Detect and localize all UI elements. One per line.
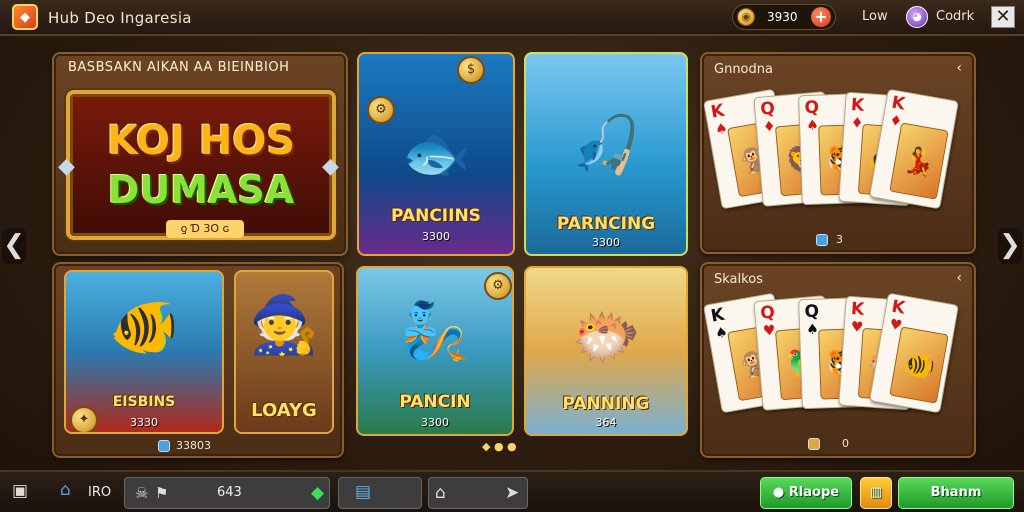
card-rank: K xyxy=(709,100,726,123)
card-rank: K xyxy=(850,299,865,320)
shop-button[interactable]: ⌂ ➤ xyxy=(428,477,528,509)
card-panel-bottom-title: Skalkos xyxy=(714,272,763,287)
bottom-left-chip-icon xyxy=(158,440,170,452)
tile-4-name: LOAYG xyxy=(251,400,317,421)
prev-page-arrow[interactable]: ❮ xyxy=(2,228,26,264)
play-option-button[interactable]: ● Rlaope xyxy=(760,477,852,509)
confirm-button[interactable]: Bhanm xyxy=(898,477,1014,509)
app-title: Hub Deo Ingaresia xyxy=(48,9,192,27)
home-label[interactable]: IRO xyxy=(88,485,111,500)
tile-5-name: PANCIN xyxy=(399,392,471,412)
card-suit-icon: ♠ xyxy=(805,117,820,135)
card-panel-bottom-chip-icon xyxy=(808,438,820,450)
tile-3-name: EISBINS xyxy=(112,394,176,410)
card-panel-bottom-chevron-icon[interactable]: ‹ xyxy=(956,270,962,286)
featured-logo-marquee[interactable]: KOJ HOS DUMASA ƍ Ɗ 3O ɢ xyxy=(66,90,336,240)
game-tile-4[interactable]: 🧙 LOAYG xyxy=(234,270,334,434)
bottom-left-panel: 🐠 ✦ EISBINS 3330 🧙 LOAYG 33803 xyxy=(52,262,344,458)
profile-avatar-icon[interactable]: ◕ xyxy=(906,6,928,28)
tile-3-fish-icon: 🐠 xyxy=(109,295,179,360)
card-rank: K xyxy=(709,304,726,327)
score-field: ☠ ⚑ 643 ◆ xyxy=(124,477,330,509)
card-rank: K xyxy=(890,92,907,115)
low-label[interactable]: Low xyxy=(862,9,888,24)
card-suit-icon: ♠ xyxy=(713,324,730,343)
card-rank: Q xyxy=(759,98,776,120)
tile-2-fishing-icon: 🎣 xyxy=(571,113,641,178)
coin-icon: ◉ xyxy=(737,8,755,26)
logo-line-1: KOJ HOS xyxy=(106,118,296,164)
game-tile-5[interactable]: ⚙ 🧞 PANCIN 3300 xyxy=(356,266,514,436)
cards-menu-button[interactable]: ▤ xyxy=(338,477,422,509)
card-suit-icon: ♠ xyxy=(805,321,820,339)
logo-subtitle: ƍ Ɗ 3O ɢ xyxy=(166,220,244,238)
book-icon: ▥ xyxy=(869,485,883,500)
diamond-right-icon: ◆ xyxy=(322,154,339,179)
card-suit-icon: ♦ xyxy=(762,118,777,136)
tile-1-badge-icon: ⚙ xyxy=(367,96,395,124)
card-panel-bottom-footer: 0 xyxy=(842,437,849,450)
card-panel-top-footer: 3 xyxy=(836,233,843,246)
home-icon[interactable]: ⌂ xyxy=(60,480,71,500)
inventory-icon[interactable]: ▣ xyxy=(12,481,28,501)
tile-6-name: PANNING xyxy=(562,394,650,414)
banner-title: BASBSAKN AIKAN AA BIEINBIOH xyxy=(68,60,290,75)
tile-5-genie-icon: 🧞 xyxy=(400,299,470,364)
card-suit-icon: ♠ xyxy=(713,120,730,139)
card-rank: Q xyxy=(759,302,776,324)
card-panel-top-title: Gnnodna xyxy=(714,62,773,77)
profile-label[interactable]: Codrk xyxy=(936,9,974,24)
house-icon: ⌂ xyxy=(435,483,446,503)
card-rank: K xyxy=(850,95,865,116)
next-page-arrow[interactable]: ❯ xyxy=(998,228,1022,264)
card-rank: Q xyxy=(804,301,820,323)
play-option-label: Rlaope xyxy=(788,485,840,500)
diamond-left-icon: ◆ xyxy=(58,154,75,179)
coin-value: 3930 xyxy=(767,10,798,24)
gem-icon: ◆ xyxy=(311,483,325,503)
game-tile-2[interactable]: 🎣 PARNCING 3300 xyxy=(524,52,688,256)
card-panel-bottom[interactable]: Skalkos ‹ K♠🐒Q♥🦜Q♠🐯K♥🐡K♥🐠 0 xyxy=(700,262,976,458)
featured-banner[interactable]: BASBSAKN AIKAN AA BIEINBIOH KOJ HOS DUMA… xyxy=(52,52,348,256)
flag-icon: ⚑ xyxy=(155,484,169,502)
card-panel-top[interactable]: Gnnodna ‹ K♠🐒Q♦🦁Q♠🐯K♦🐠K♦💃 3 xyxy=(700,52,976,254)
tile-1-name: PANCIINS xyxy=(391,206,481,226)
add-coins-button[interactable]: + xyxy=(811,7,831,27)
coin-balance: ◉ 3930 + xyxy=(732,4,836,30)
card-panel-top-chip-icon xyxy=(816,234,828,246)
card-suit-icon: ♥ xyxy=(762,322,777,340)
tile-5-value: 3300 xyxy=(421,416,449,429)
tile-6-fish-icon: 🐡 xyxy=(571,305,641,370)
top-bar: ◆ Hub Deo Ingaresia ◉ 3930 + Low ◕ Codrk… xyxy=(0,0,1024,36)
close-button[interactable]: ✕ xyxy=(991,6,1015,28)
shield-icon: ● xyxy=(772,485,789,500)
cards-icon: ▤ xyxy=(355,482,372,502)
score-value: 643 xyxy=(217,485,242,500)
tile-6-value: 364 xyxy=(595,416,617,429)
bottom-left-footer-value: 33803 xyxy=(176,439,211,452)
tile-1-fish-icon: 🐟 xyxy=(401,121,471,186)
tile-5-badge-icon: ⚙ xyxy=(484,272,512,300)
tile-1-coin-icon: $ xyxy=(457,56,485,84)
tile-2-name: PARNCING xyxy=(556,214,656,234)
card-face-art-icon: 🐠 xyxy=(889,326,949,404)
tile-2-value: 3300 xyxy=(592,236,620,249)
card-rank: K xyxy=(890,296,907,319)
bottom-bar: ▣ ⌂ IRO ☠ ⚑ 643 ◆ ▤ ⌂ ➤ ● Rlaope ▥ Bhanm xyxy=(0,470,1024,512)
card-panel-top-chevron-icon[interactable]: ‹ xyxy=(956,60,962,76)
game-tile-3[interactable]: 🐠 ✦ EISBINS 3330 xyxy=(64,270,224,434)
tile-1-value: 3300 xyxy=(422,230,450,243)
card-rank: Q xyxy=(804,97,820,119)
app-logo-icon: ◆ xyxy=(12,4,38,30)
card-face-art-icon: 💃 xyxy=(889,122,949,200)
share-icon: ➤ xyxy=(505,483,520,503)
tile-4-character-icon: 🧙 xyxy=(249,293,319,358)
tile-3-value: 3330 xyxy=(130,416,158,429)
game-tile-6[interactable]: 🐡 PANNING 364 xyxy=(524,266,688,436)
logo-line-2: DUMASA xyxy=(107,168,295,212)
skull-icon: ☠ xyxy=(135,484,149,502)
book-button[interactable]: ▥ xyxy=(860,477,892,509)
page-dots: ◆ ● ● xyxy=(482,440,517,453)
game-tile-1[interactable]: ⚙ $ 🐟 PANCIINS 3300 xyxy=(357,52,515,256)
